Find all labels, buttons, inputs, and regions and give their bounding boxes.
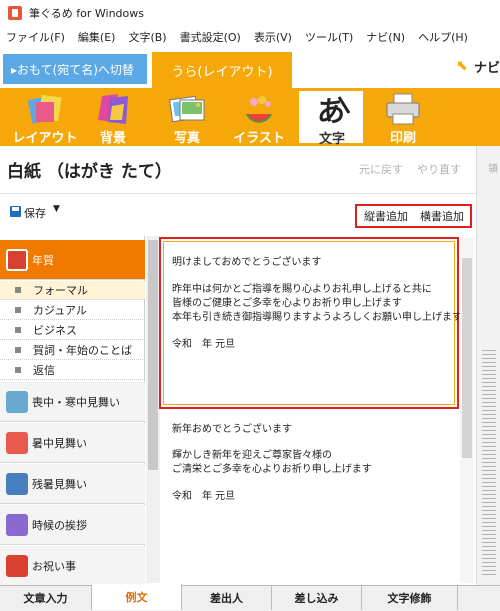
text-icon: あ [317,95,351,127]
tab-text-input[interactable]: 文章入力 [0,586,92,610]
navi-arrow-icon: ⬉ [456,58,468,74]
tool-layout-label: レイアウト [12,131,78,146]
category-summer[interactable]: 暑中見舞い [0,423,145,463]
illustration-icon [246,96,272,123]
printer-icon [386,93,420,125]
mourning-icon [6,390,28,413]
menu-text[interactable]: 文字(B) [128,29,166,45]
summer-card-icon [6,431,28,454]
category-mourning[interactable]: 喪中・寒中見舞い [0,382,145,422]
menu-tools[interactable]: ツール(T) [305,29,353,45]
app-icon [8,6,22,20]
tool-photo-label: 写真 [173,131,200,146]
menu-view[interactable]: 表示(V) [254,29,292,45]
panel-header: 白紙 （はがき たて） 元に戻す やり直す [0,146,476,194]
category-label: 暑中見舞い [32,436,87,450]
category-seasonal[interactable]: 時候の挨拶 [0,505,145,545]
fan-icon [6,472,28,495]
bullet-icon [15,307,21,313]
add-horizontal-text-button[interactable]: 横書追加 [420,208,464,224]
category-celebration[interactable]: お祝い事 [0,546,145,586]
tool-print-label: 印刷 [389,131,416,146]
tool-photo[interactable]: 写真 [154,90,220,146]
subcategory-reply[interactable]: 返信 [0,361,145,380]
daruma-icon [6,248,28,271]
tab-examples[interactable]: 例文 [92,584,182,610]
subcategory-casual[interactable]: カジュアル [0,301,145,320]
vertical-ruler [482,350,496,578]
example2-line[interactable]: 輝かしき新年を迎えご尊家皆々様の [172,446,332,461]
tool-layout[interactable]: レイアウト [12,90,78,146]
bullet-icon [15,347,21,353]
example-scrollbar-thumb[interactable] [462,258,472,458]
subcategory-label: 賀詞・年始のことば [33,344,132,357]
background-icon [98,94,128,124]
tool-background[interactable]: 背景 [80,90,146,146]
tool-text[interactable]: あ 文字 [298,90,364,147]
page-title: 白紙 （はがき たて） [7,162,172,182]
category-label: 残暑見舞い [32,477,87,491]
side-tabs: ▸おもて(宛て名)へ切替 うら(レイアウト) ⬉ ナビ [0,48,500,88]
front-side-tab[interactable]: ▸おもて(宛て名)へ切替 [3,54,147,84]
tool-print[interactable]: 印刷 [370,90,436,146]
category-label: 時候の挨拶 [32,518,87,532]
menu-help[interactable]: ヘルプ(H) [418,29,468,45]
example1-line: 昨年中は何かとご指導を賜り心よりお礼申し上げると共に [172,284,432,295]
tool-illustration[interactable]: イラスト [226,90,292,146]
menu-edit[interactable]: 編集(E) [78,29,116,45]
subcategory-formal[interactable]: フォーマル [0,281,145,300]
save-button[interactable]: 保存 [24,205,46,221]
menu-file[interactable]: ファイル(F) [6,29,65,45]
subcategory-label: カジュアル [33,304,87,317]
example1-line: 皆様のご健康とご多幸を心よりお祈り申し上げます [172,298,402,309]
subcategory-greetings[interactable]: 賀詞・年始のことば [0,341,145,360]
save-icon[interactable] [10,206,21,217]
category-scrollbar-thumb[interactable] [148,240,158,470]
gift-icon [6,554,28,577]
category-newyear[interactable]: 年賀 [0,240,145,280]
subcategory-label: ビジネス [33,324,77,337]
bottom-tab-bar: 文章入力 例文 差出人 差し込み 文字修飾 [0,584,500,611]
tool-illustration-label: イラスト [233,131,285,146]
photo-icon [169,95,205,123]
category-panel: 年賀 フォーマル カジュアル ビジネス 賀詞・年始のことば 返信 喪中・寒中見舞… [0,236,145,586]
example2-line[interactable]: 新年おめでとうございます [172,420,292,435]
example2-line[interactable]: ご清栄とご多幸を心よりお祈り申し上げます [172,460,372,475]
bullet-icon [15,367,21,373]
add-vertical-text-button[interactable]: 縦書追加 [364,208,408,224]
category-label: 喪中・寒中見舞い [32,395,120,409]
menu-bar: ファイル(F) 編集(E) 文字(B) 書式設定(O) 表示(V) ツール(T)… [0,26,500,48]
tool-background-label: 背景 [99,131,126,146]
subcategory-label: 返信 [33,364,55,377]
redo-button[interactable]: やり直す [417,161,461,177]
tab-merge[interactable]: 差し込み [272,586,362,610]
title-bar: 筆ぐるめ for Windows [0,0,500,26]
category-late-summer[interactable]: 残暑見舞い [0,464,145,504]
chevron-down-icon[interactable]: ▼ [53,204,60,214]
hydrangea-icon [6,513,28,536]
tool-text-label: 文字 [318,132,345,147]
tab-sender[interactable]: 差出人 [182,586,272,610]
example1-line: 令和 年 元旦 [172,339,236,350]
menu-navi[interactable]: ナビ(N) [366,29,405,45]
back-side-tab[interactable]: うら(レイアウト) [152,52,292,88]
main-toolbar: レイアウト 背景 写真 イラスト あ 文字 印刷 [0,88,500,147]
menu-format[interactable]: 書式設定(O) [180,29,241,45]
example1-line: 本年も引き続き御指導賜りますようよろしくお願い申し上げます [172,312,462,323]
category-label: お祝い事 [32,559,76,573]
navi-button[interactable]: ナビ [474,57,500,76]
example1-line: 明けましておめでとうございます [172,257,322,268]
undo-button[interactable]: 元に戻す [359,161,403,177]
right-panel-label: 領 [488,164,498,175]
example2-line[interactable]: 令和 年 元旦 [172,487,235,502]
tab-text-decoration[interactable]: 文字修飾 [362,586,458,610]
subcategory-label: フォーマル [33,284,88,297]
bullet-icon [15,287,21,293]
layout-icon [27,94,62,124]
subcategory-business[interactable]: ビジネス [0,321,145,340]
window-title: 筆ぐるめ for Windows [29,7,145,20]
bullet-icon [15,327,21,333]
category-label: 年賀 [32,253,54,267]
